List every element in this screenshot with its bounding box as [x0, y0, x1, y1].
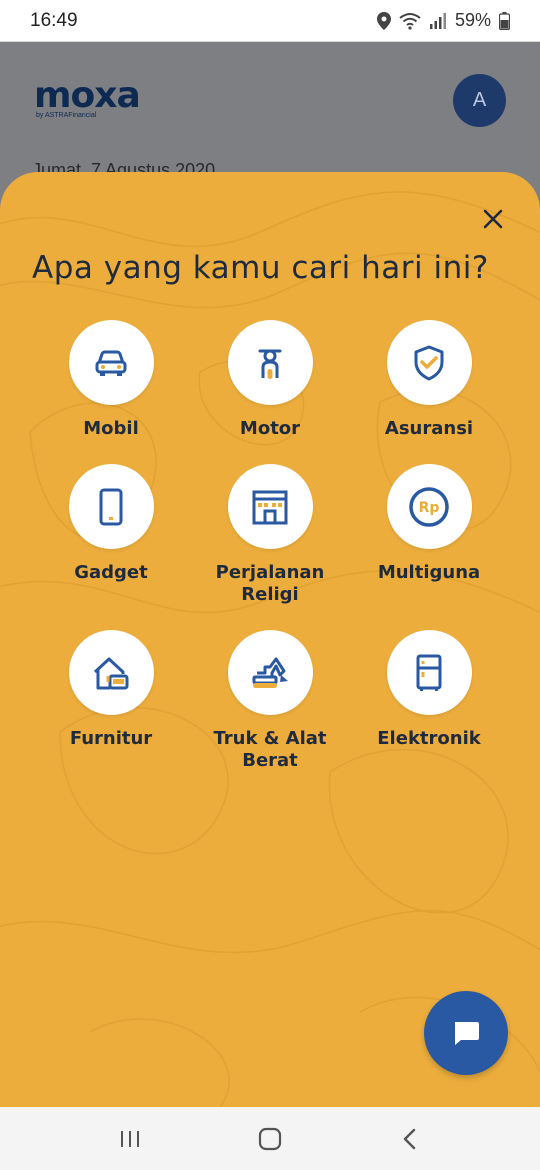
category-truk-alat-berat[interactable]: Truk & Alat Berat [190, 630, 350, 772]
category-circle [386, 320, 472, 405]
category-circle [227, 464, 313, 549]
location-icon [376, 11, 391, 30]
status-time: 16:49 [30, 9, 78, 31]
back-button[interactable] [380, 1117, 440, 1161]
battery-icon [499, 11, 510, 30]
signal-icon [429, 12, 447, 30]
chat-icon [455, 1022, 479, 1045]
back-icon [403, 1128, 416, 1149]
logo-wordmark: moxa [34, 75, 141, 116]
category-perjalanan-religi[interactable]: Perjalanan Religi [190, 464, 350, 606]
building-icon [252, 490, 288, 524]
home-icon [258, 1127, 282, 1150]
category-label: Mobil [83, 418, 139, 439]
recent-apps-button[interactable] [100, 1117, 160, 1161]
car-icon [95, 350, 127, 376]
status-icons: 59% [376, 10, 510, 31]
chat-button[interactable] [424, 991, 508, 1075]
rupiah-coin-icon: Rp [409, 486, 449, 527]
category-circle [68, 630, 154, 715]
category-furnitur[interactable]: Furnitur [31, 630, 191, 750]
category-label: Multiguna [377, 562, 481, 583]
category-label: Perjalanan Religi [215, 562, 325, 605]
category-asuransi[interactable]: Asuransi [349, 320, 509, 440]
category-circle [68, 320, 154, 405]
house-sofa-icon [93, 657, 129, 689]
close-button[interactable] [474, 200, 512, 238]
category-motor[interactable]: Motor [190, 320, 350, 440]
category-sheet: Apa yang kamu cari hari ini? Mobil Motor… [0, 172, 540, 1107]
category-circle [227, 630, 313, 715]
category-mobil[interactable]: Mobil [31, 320, 191, 440]
category-gadget[interactable]: Gadget [31, 464, 191, 584]
category-label: Elektronik [377, 728, 481, 749]
system-navbar [0, 1107, 540, 1170]
category-label: Asuransi [384, 418, 474, 439]
phone-icon [99, 488, 123, 525]
shield-check-icon [414, 345, 444, 380]
sheet-title: Apa yang kamu cari hari ini? [32, 250, 489, 286]
moxa-logo: moxa by ASTRAFinancial [34, 78, 174, 124]
category-circle: Rp [386, 464, 472, 549]
category-circle [386, 630, 472, 715]
avatar[interactable]: A [453, 74, 506, 127]
category-label: Motor [239, 418, 301, 439]
category-circle [227, 320, 313, 405]
fridge-icon [416, 654, 442, 691]
recent-apps-icon [121, 1130, 139, 1147]
scooter-icon [258, 349, 282, 379]
category-multiguna[interactable]: Rp Multiguna [349, 464, 509, 584]
category-label: Gadget [74, 562, 148, 583]
close-icon [483, 209, 503, 229]
category-label: Truk & Alat Berat [213, 728, 327, 771]
wifi-icon [399, 12, 421, 30]
category-elektronik[interactable]: Elektronik [349, 630, 509, 750]
excavator-icon [252, 657, 288, 688]
category-circle [68, 464, 154, 549]
category-label: Furnitur [69, 728, 153, 749]
svg-text:Rp: Rp [419, 500, 440, 516]
battery-level: 59% [454, 10, 491, 30]
status-bar: 16:49 59% [0, 0, 540, 42]
home-button[interactable] [240, 1117, 300, 1161]
